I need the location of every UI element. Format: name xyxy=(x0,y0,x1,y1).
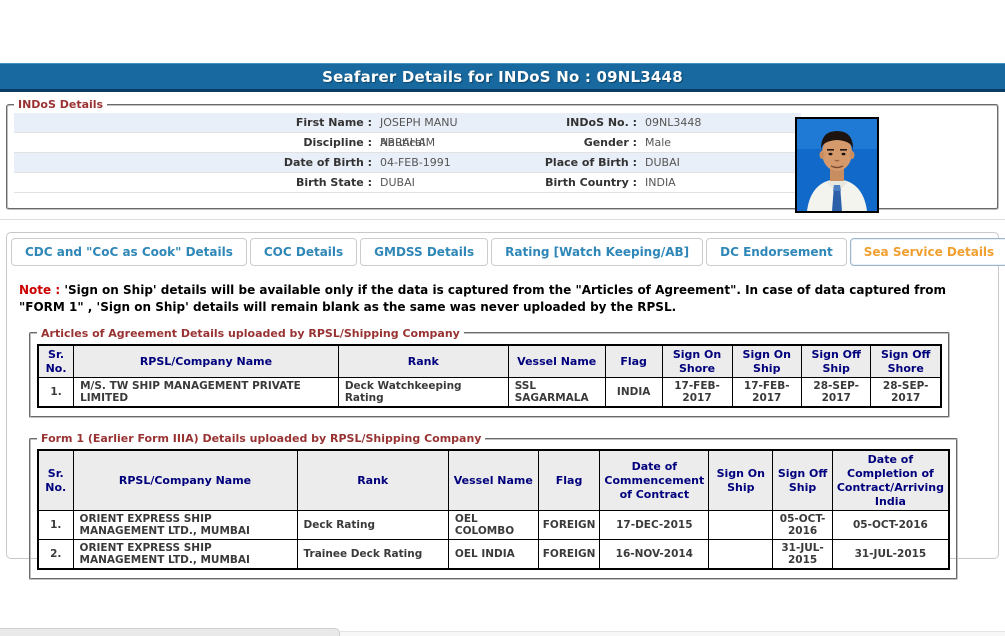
date-of-birth-label: Date of Birth : xyxy=(14,153,372,172)
detail-row-name: First Name : JOSEPH MANU ABRAHAM INDoS N… xyxy=(14,113,801,133)
col-sr-no: Sr. No. xyxy=(38,450,73,511)
first-name-value: JOSEPH MANU ABRAHAM xyxy=(372,113,474,132)
col-company: RPSL/Company Name xyxy=(73,450,297,511)
table-header-row: Sr. No. RPSL/Company Name Rank Vessel Na… xyxy=(38,345,941,378)
cell-company: M/S. TW SHIP MANAGEMENT PRIVATE LIMITED xyxy=(74,378,339,408)
gender-label: Gender : xyxy=(474,133,637,152)
indos-no-value: 09NL3448 xyxy=(637,113,801,132)
cell-sign-on-ship: 17-FEB-2017 xyxy=(732,378,801,408)
section-divider xyxy=(0,219,1005,220)
indos-details-legend: INDoS Details xyxy=(14,98,107,111)
articles-of-agreement-fieldset: Articles of Agreement Details uploaded b… xyxy=(29,327,950,419)
col-company: RPSL/Company Name xyxy=(74,345,339,378)
first-name-label: First Name : xyxy=(14,113,372,132)
tab-coc-details[interactable]: COC Details xyxy=(250,238,357,266)
detail-row-birth-state: Birth State : DUBAI Birth Country : INDI… xyxy=(14,173,801,193)
col-sign-off-shore: Sign Off Shore xyxy=(871,345,941,378)
cell-sign-off-ship: 31-JUL-2015 xyxy=(773,540,832,570)
cell-commencement: 16-NOV-2014 xyxy=(600,540,709,570)
cell-flag: INDIA xyxy=(605,378,662,408)
tab-cdc-coc-as-cook[interactable]: CDC and "CoC as Cook" Details xyxy=(11,238,247,266)
cell-sr-no: 1. xyxy=(38,511,73,540)
detail-row-discipline: Discipline : Nautical Gender : Male xyxy=(14,133,801,153)
birth-country-label: Birth Country : xyxy=(474,173,637,192)
articles-of-agreement-table: Sr. No. RPSL/Company Name Rank Vessel Na… xyxy=(37,344,942,409)
table-row: 1. M/S. TW SHIP MANAGEMENT PRIVATE LIMIT… xyxy=(38,378,941,408)
gender-value: Male xyxy=(637,133,801,152)
cell-vessel: OEL COLOMBO xyxy=(448,511,538,540)
discipline-label: Discipline : xyxy=(14,133,372,152)
col-commencement: Date of Commencement of Contract xyxy=(600,450,709,511)
cell-completion: 05-OCT-2016 xyxy=(832,511,949,540)
cell-flag: FOREIGN xyxy=(538,511,600,540)
col-completion: Date of Completion of Contract/Arriving … xyxy=(832,450,949,511)
col-flag: Flag xyxy=(538,450,600,511)
seafarer-photo xyxy=(795,117,879,213)
col-sr-no: Sr. No. xyxy=(38,345,74,378)
col-vessel: Vessel Name xyxy=(448,450,538,511)
form1-legend: Form 1 (Earlier Form IIIA) Details uploa… xyxy=(37,432,485,445)
discipline-value: Nautical xyxy=(372,133,474,152)
tab-dc-endorsement[interactable]: DC Endorsement xyxy=(706,238,847,266)
cell-vessel: OEL INDIA xyxy=(448,540,538,570)
personal-details: First Name : JOSEPH MANU ABRAHAM INDoS N… xyxy=(14,113,801,193)
cell-rank: Deck Watchkeeping Rating xyxy=(338,378,508,408)
cell-sign-on-shore: 17-FEB-2017 xyxy=(662,378,732,408)
form1-table: Sr. No. RPSL/Company Name Rank Vessel Na… xyxy=(37,449,950,570)
col-sign-off-ship: Sign Off Ship xyxy=(773,450,832,511)
detail-tabs: CDC and "CoC as Cook" Details COC Detail… xyxy=(7,233,998,266)
cell-completion: 31-JUL-2015 xyxy=(832,540,949,570)
next-section-partial xyxy=(0,628,1005,636)
col-rank: Rank xyxy=(338,345,508,378)
col-sign-off-ship: Sign Off Ship xyxy=(801,345,870,378)
place-of-birth-value: DUBAI xyxy=(637,153,801,172)
col-rank: Rank xyxy=(297,450,448,511)
cell-sign-on-ship xyxy=(709,511,773,540)
form1-fieldset: Form 1 (Earlier Form IIIA) Details uploa… xyxy=(29,432,958,580)
detail-row-birth-date: Date of Birth : 04-FEB-1991 Place of Bir… xyxy=(14,153,801,173)
table-row: 1. ORIENT EXPRESS SHIP MANAGEMENT LTD., … xyxy=(38,511,949,540)
indos-details-fieldset: INDoS Details First Name : JOSEPH MANU A… xyxy=(6,98,999,210)
place-of-birth-label: Place of Birth : xyxy=(474,153,637,172)
sign-on-ship-note: Note : 'Sign on Ship' details will be av… xyxy=(19,282,984,317)
tab-sea-service-details[interactable]: Sea Service Details xyxy=(850,238,1005,266)
cell-commencement: 17-DEC-2015 xyxy=(600,511,709,540)
birth-state-value: DUBAI xyxy=(372,173,474,192)
table-row: 2. ORIENT EXPRESS SHIP MANAGEMENT LTD., … xyxy=(38,540,949,570)
cell-company: ORIENT EXPRESS SHIP MANAGEMENT LTD., MUM… xyxy=(73,511,297,540)
cell-sign-off-ship: 05-OCT-2016 xyxy=(773,511,832,540)
note-text: 'Sign on Ship' details will be available… xyxy=(19,283,946,314)
page-title: Seafarer Details for INDoS No : 09NL3448 xyxy=(322,68,683,86)
cell-sign-off-ship: 28-SEP-2017 xyxy=(801,378,870,408)
cell-sr-no: 2. xyxy=(38,540,73,570)
birth-country-value: INDIA xyxy=(637,173,801,192)
indos-no-label: INDoS No. : xyxy=(474,113,637,132)
cell-sign-on-ship xyxy=(709,540,773,570)
cell-sign-off-shore: 28-SEP-2017 xyxy=(871,378,941,408)
col-flag: Flag xyxy=(605,345,662,378)
col-vessel: Vessel Name xyxy=(508,345,605,378)
cell-vessel: SSL SAGARMALA xyxy=(508,378,605,408)
next-section-body-partial xyxy=(340,631,1005,636)
table-header-row: Sr. No. RPSL/Company Name Rank Vessel Na… xyxy=(38,450,949,511)
articles-of-agreement-legend: Articles of Agreement Details uploaded b… xyxy=(37,327,464,340)
col-sign-on-ship: Sign On Ship xyxy=(709,450,773,511)
page-title-bar: Seafarer Details for INDoS No : 09NL3448 xyxy=(0,63,1005,92)
cell-rank: Trainee Deck Rating xyxy=(297,540,448,570)
tab-rating-watch-keeping[interactable]: Rating [Watch Keeping/AB] xyxy=(491,238,703,266)
next-section-tab-partial xyxy=(0,628,340,636)
col-sign-on-ship: Sign On Ship xyxy=(732,345,801,378)
cell-sr-no: 1. xyxy=(38,378,74,408)
tab-gmdss-details[interactable]: GMDSS Details xyxy=(360,238,488,266)
cell-rank: Deck Rating xyxy=(297,511,448,540)
sea-service-panel: CDC and "CoC as Cook" Details COC Detail… xyxy=(6,232,999,559)
cell-company: ORIENT EXPRESS SHIP MANAGEMENT LTD., MUM… xyxy=(73,540,297,570)
cell-flag: FOREIGN xyxy=(538,540,600,570)
date-of-birth-value: 04-FEB-1991 xyxy=(372,153,474,172)
birth-state-label: Birth State : xyxy=(14,173,372,192)
col-sign-on-shore: Sign On Shore xyxy=(662,345,732,378)
note-prefix: Note : xyxy=(19,283,60,297)
